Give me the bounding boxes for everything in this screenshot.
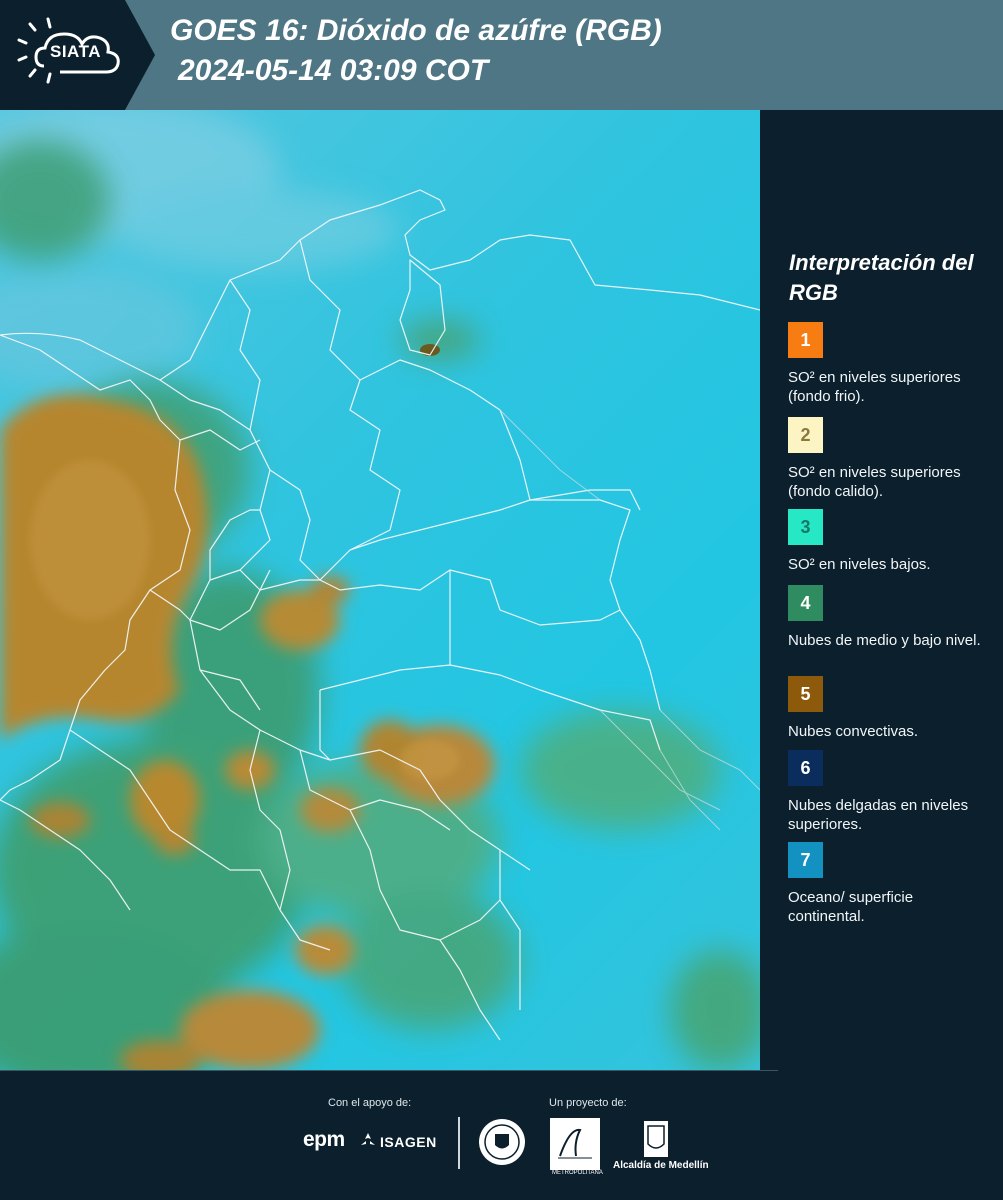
footer: Con el apoyo de: Un proyecto de: epm ISA… bbox=[0, 1070, 1003, 1200]
satellite-map-image bbox=[0, 110, 760, 1070]
legend-item-1: 1 SO² en niveles superiores (fondo frio)… bbox=[788, 322, 993, 406]
legend-desc-4: Nubes de medio y bajo nivel. bbox=[788, 632, 981, 649]
legend-title: Interpretación del RGB bbox=[789, 250, 974, 305]
legend-desc-6: Nubes delgadas en niveles superiores. bbox=[788, 797, 969, 833]
page-timestamp: 2024-05-14 03:09 COT bbox=[178, 54, 489, 87]
alcaldia-shield-icon bbox=[644, 1121, 668, 1157]
legend-item-4: 4 Nubes de medio y bajo nivel. bbox=[788, 585, 993, 650]
legend-number-4: 4 bbox=[800, 592, 811, 613]
footer-divider-line bbox=[0, 1070, 778, 1071]
legend-desc-3: SO² en niveles bajos. bbox=[788, 556, 931, 573]
legend-item-5: 5 Nubes convectivas. bbox=[788, 676, 993, 741]
legend-swatch-6: 6 bbox=[788, 750, 823, 786]
legend-item-7: 7 Oceano/ superficie continental. bbox=[788, 842, 993, 926]
legend-swatch-2: 2 bbox=[788, 417, 823, 453]
footer-divider bbox=[458, 1117, 460, 1169]
header-bar: SIATA GOES 16: Dióxido de azúfre (RGB) 2… bbox=[0, 0, 1003, 110]
support-label: Con el apoyo de: bbox=[328, 1097, 412, 1109]
legend-swatch-5: 5 bbox=[788, 676, 823, 712]
legend-desc-7: Oceano/ superficie continental. bbox=[788, 889, 914, 925]
legend-desc-5: Nubes convectivas. bbox=[788, 723, 919, 740]
page-title: GOES 16: Dióxido de azúfre (RGB) bbox=[170, 14, 662, 47]
area-metropolitana-logo bbox=[550, 1118, 600, 1170]
isagen-icon bbox=[361, 1133, 375, 1145]
siata-logo-text: SIATA bbox=[50, 42, 101, 61]
legend-number-2: 2 bbox=[800, 424, 811, 445]
legend-number-7: 7 bbox=[800, 849, 811, 870]
legend-desc-2: SO² en niveles superiores (fondo calido)… bbox=[788, 464, 961, 500]
satellite-map bbox=[0, 110, 760, 1070]
legend-desc-1: SO² en niveles superiores (fondo frio). bbox=[788, 369, 961, 405]
alcaldia-medellin-logo: Alcaldía de Medellín bbox=[613, 1160, 709, 1171]
legend-swatch-3: 3 bbox=[788, 509, 823, 545]
area-metropolitana-text: METROPOLITANA bbox=[552, 1170, 603, 1176]
legend-number-5: 5 bbox=[800, 683, 811, 704]
legend-swatch-7: 7 bbox=[788, 842, 823, 878]
medellin-seal-icon bbox=[479, 1119, 525, 1165]
isagen-logo: ISAGEN bbox=[380, 1134, 437, 1150]
legend-number-3: 3 bbox=[800, 516, 811, 537]
area-metropolitana-icon bbox=[558, 1128, 592, 1159]
legend-swatch-1: 1 bbox=[788, 322, 823, 358]
legend-item-2: 2 SO² en niveles superiores (fondo calid… bbox=[788, 417, 993, 501]
epm-logo: epm bbox=[303, 1128, 345, 1151]
legend-item-6: 6 Nubes delgadas en niveles superiores. bbox=[788, 750, 993, 834]
legend-panel: Interpretación del RGB 1 SO² en niveles … bbox=[760, 110, 1003, 1070]
siata-logo: SIATA bbox=[0, 0, 160, 110]
legend-swatch-4: 4 bbox=[788, 585, 823, 621]
project-label: Un proyecto de: bbox=[549, 1097, 627, 1109]
legend-number-1: 1 bbox=[800, 329, 811, 350]
legend-item-3: 3 SO² en niveles bajos. bbox=[788, 509, 993, 574]
legend-number-6: 6 bbox=[800, 757, 811, 778]
